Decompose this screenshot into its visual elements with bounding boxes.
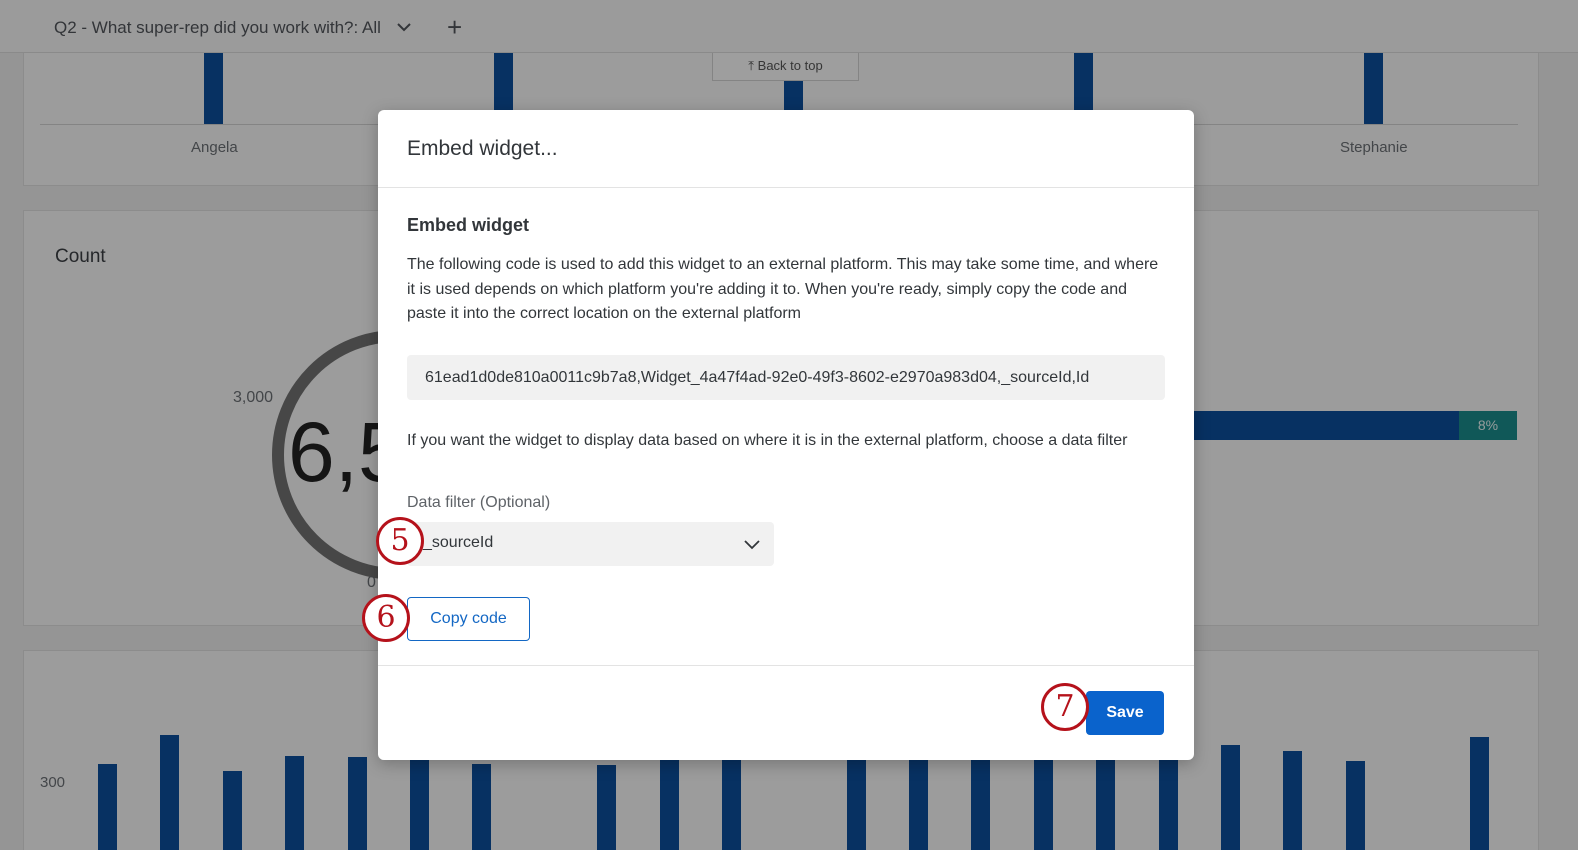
step-marker-7: 7	[1041, 683, 1089, 731]
save-button[interactable]: Save	[1086, 691, 1164, 735]
dialog-title: Embed widget...	[407, 137, 558, 160]
embed-description: The following code is used to add this w…	[407, 256, 1159, 322]
dialog-header: Embed widget...	[378, 110, 1194, 188]
copy-code-button[interactable]: Copy code	[407, 597, 530, 641]
filter-description: If you want the widget to display data b…	[407, 432, 1128, 449]
embed-code-field[interactable]: 61ead1d0de810a0011c9b7a8,Widget_4a47f4ad…	[407, 355, 1165, 400]
embed-widget-dialog: Embed widget... Embed widget The followi…	[378, 110, 1194, 760]
step-marker-5: 5	[376, 517, 424, 565]
data-filter-value: _sourceId	[423, 534, 494, 551]
data-filter-label: Data filter (Optional)	[407, 494, 551, 511]
data-filter-select[interactable]: _sourceId	[407, 522, 774, 566]
chevron-down-icon	[744, 540, 760, 550]
step-marker-6: 6	[362, 594, 410, 642]
dialog-footer-divider	[378, 665, 1194, 666]
section-title: Embed widget	[407, 215, 530, 235]
